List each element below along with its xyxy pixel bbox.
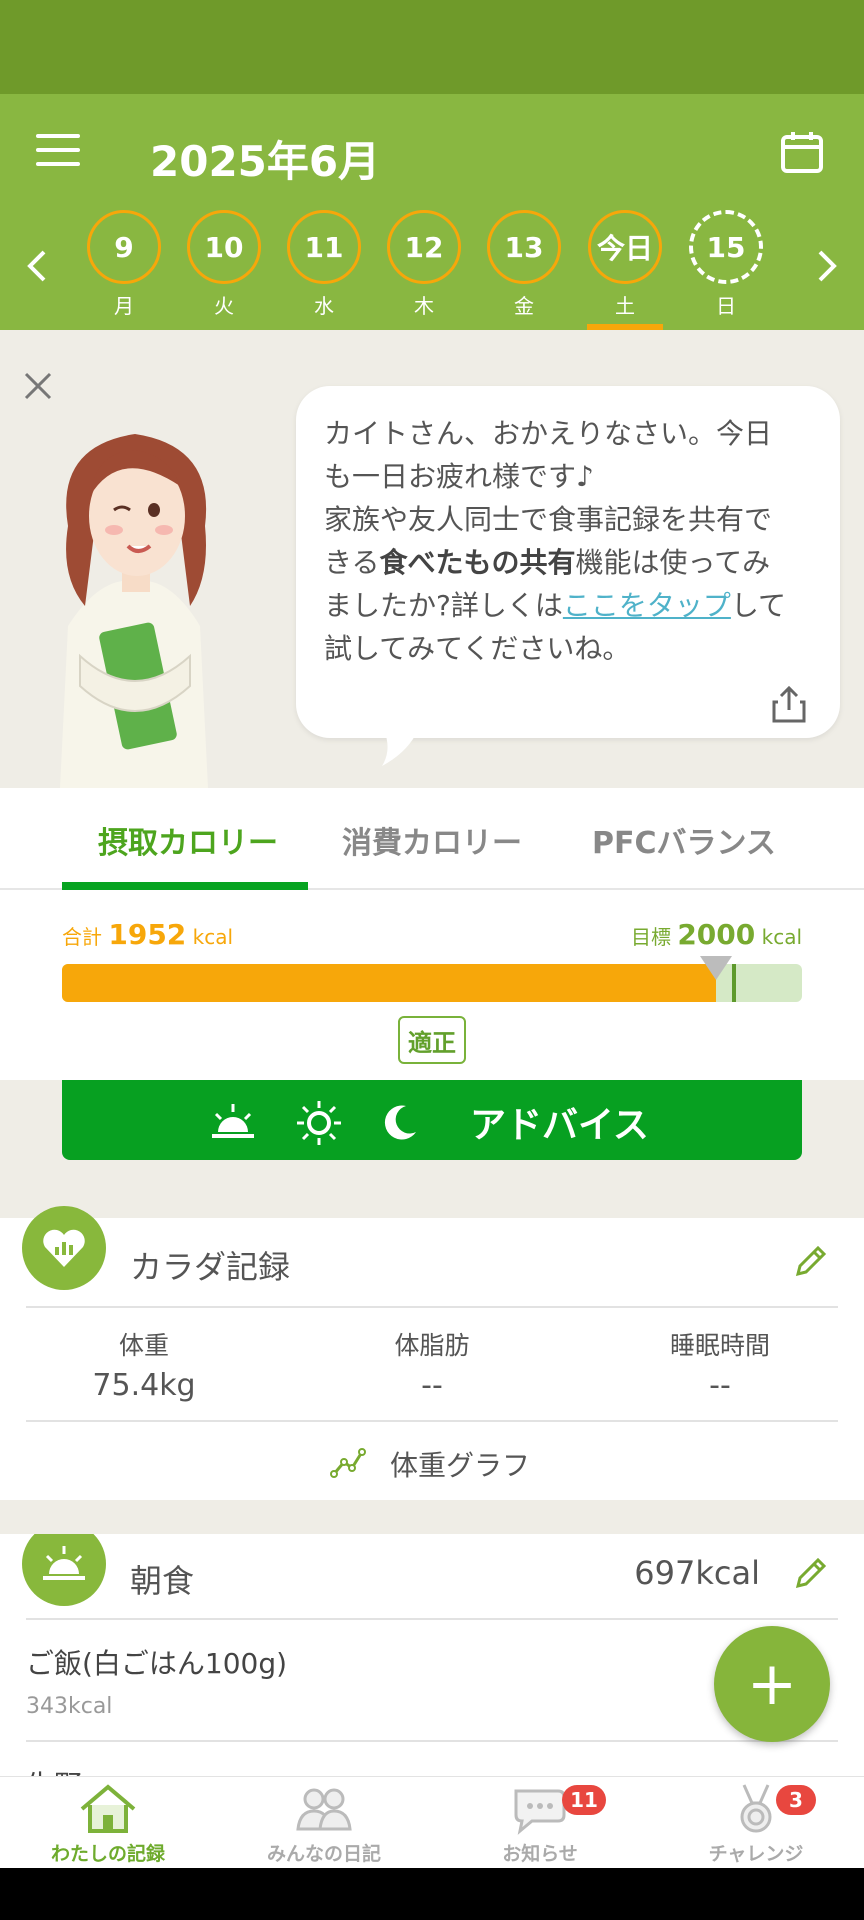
nav-challenge[interactable]: チャレンジ 3 [648, 1777, 864, 1869]
notification-count-badge: 11 [562, 1785, 606, 1815]
day-10[interactable]: 10 火 [184, 210, 264, 330]
status-badge: 適正 [398, 1016, 466, 1064]
challenge-count-badge: 3 [776, 1785, 816, 1815]
home-icon [80, 1784, 136, 1833]
advice-button[interactable]: アドバイス [62, 1080, 802, 1160]
weight-graph-link[interactable]: 体重グラフ [390, 1444, 530, 1484]
line-graph-icon [330, 1448, 366, 1478]
chat-bubble-icon [514, 1789, 566, 1835]
sleep-stat[interactable]: 睡眠時間 -- [600, 1326, 840, 1403]
feature-name: 食べたもの共有 [379, 546, 576, 579]
day-9[interactable]: 9 月 [84, 210, 164, 330]
tab-burn[interactable]: 消費カロリー [342, 818, 522, 862]
advice-label: アドバイス [470, 1105, 649, 1146]
calorie-tabs: 摂取カロリー 消費カロリー PFCバランス [0, 788, 864, 890]
divider [26, 1306, 838, 1308]
calorie-card: 摂取カロリー 消費カロリー PFCバランス 合計 1952 kcal 目標 20… [0, 788, 864, 1080]
tap-here-link[interactable]: ここをタップ [563, 589, 731, 622]
food-item-kcal: 343kcal [26, 1694, 113, 1719]
day-15[interactable]: 15 日 [686, 210, 766, 330]
edit-icon[interactable] [794, 1556, 828, 1590]
target-kcal: 目標 2000 kcal [630, 918, 802, 951]
body-record-card: カラダ記録 体重 75.4kg 体脂肪 -- 睡眠時間 -- 体重グラフ [0, 1206, 864, 1500]
bottom-nav: わたしの記録 みんなの日記 お知らせ 11 チャレンジ 3 [0, 1776, 864, 1868]
tab-pfc[interactable]: PFCバランス [592, 818, 776, 862]
status-bar [0, 0, 864, 94]
sunrise-icon [22, 1534, 106, 1606]
sunrise-icon [212, 1104, 254, 1138]
nav-everyone-diary[interactable]: みんなの日記 [216, 1777, 432, 1869]
day-11[interactable]: 11 水 [284, 210, 364, 330]
active-tab-indicator [62, 882, 308, 890]
sun-icon [297, 1101, 341, 1145]
heart-chart-icon [22, 1206, 106, 1290]
advisor-panel: カイトさん、おかえりなさい。今日 も一日お疲れ様です♪ 家族や友人同士で食事記録… [0, 330, 864, 788]
advisor-message: カイトさん、おかえりなさい。今日 も一日お疲れ様です♪ 家族や友人同士で食事記録… [296, 386, 840, 738]
add-button[interactable]: + [714, 1626, 830, 1742]
target-line [732, 964, 736, 1002]
day-13[interactable]: 13 金 [484, 210, 564, 330]
bubble-tail [382, 730, 418, 766]
divider [26, 1420, 838, 1422]
divider [26, 1618, 838, 1620]
menu-icon[interactable] [36, 134, 80, 168]
share-icon[interactable] [772, 684, 806, 724]
advisor-illustration [60, 434, 208, 788]
body-fat-stat[interactable]: 体脂肪 -- [312, 1326, 552, 1403]
nav-my-records[interactable]: わたしの記録 [0, 1777, 216, 1869]
calorie-progress-fill [62, 964, 716, 1002]
month-title[interactable]: 2025年6月 [150, 128, 380, 189]
week-strip: 9 月 10 火 11 水 12 木 13 金 今日 土 15 日 [0, 210, 864, 330]
moon-icon [384, 1105, 416, 1140]
edit-icon[interactable] [794, 1244, 828, 1278]
calendar-icon[interactable] [780, 130, 824, 174]
body-record-title: カラダ記録 [130, 1248, 291, 1286]
chevron-left-icon[interactable] [22, 246, 52, 286]
app-header: 2025年6月 9 月 10 火 11 水 12 木 13 金 今日 土 15 … [0, 94, 864, 330]
nav-notifications[interactable]: お知らせ 11 [432, 1777, 648, 1869]
tab-intake[interactable]: 摂取カロリー [98, 818, 278, 862]
divider [26, 1740, 838, 1742]
chevron-right-icon[interactable] [812, 246, 842, 286]
calorie-progress-bar [62, 964, 802, 1002]
progress-marker [700, 956, 732, 980]
system-nav-bar [0, 1868, 864, 1920]
total-kcal: 合計 1952 kcal [62, 918, 234, 951]
day-today[interactable]: 今日 土 [585, 210, 665, 330]
breakfast-title: 朝食 [130, 1562, 195, 1600]
breakfast-kcal: 697kcal [634, 1554, 760, 1592]
weight-stat[interactable]: 体重 75.4kg [24, 1326, 264, 1403]
close-icon[interactable] [22, 370, 54, 402]
people-icon [296, 1788, 352, 1831]
food-item-name[interactable]: ご飯(白ごはん100g) [26, 1642, 287, 1682]
day-12[interactable]: 12 木 [384, 210, 464, 330]
food-item-name[interactable]: 生野 [26, 1764, 82, 1776]
